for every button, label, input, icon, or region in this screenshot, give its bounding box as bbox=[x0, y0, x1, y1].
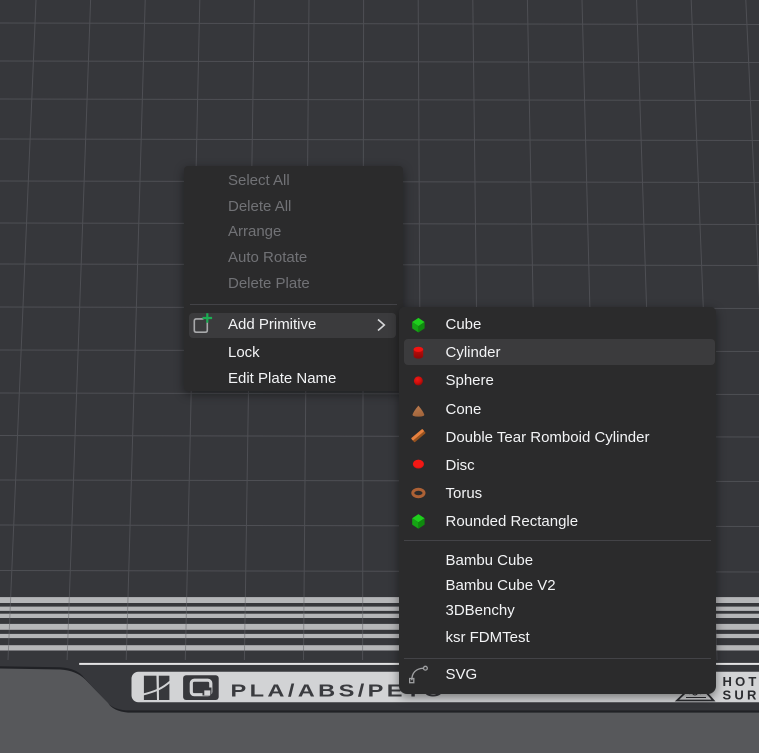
svg-text:SURFACE: SURFACE bbox=[723, 688, 759, 703]
